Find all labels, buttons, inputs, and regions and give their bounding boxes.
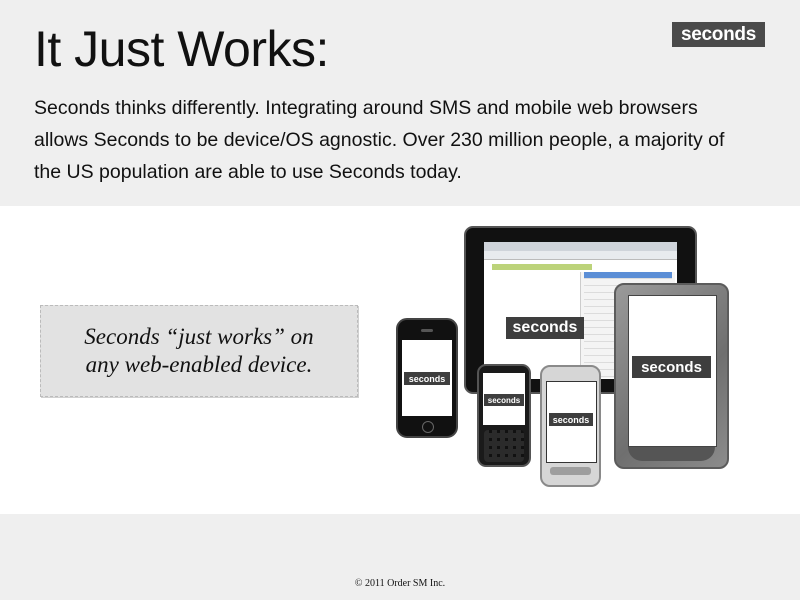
tablet-banner [492,264,592,270]
keyboard-phone-screen-logo: seconds [484,394,524,406]
quote-line-1: Seconds “just works” on [84,324,314,349]
brand-logo: seconds [672,22,765,47]
quote-callout: Seconds “just works” on any web-enabled … [40,305,358,397]
android-button-bar [550,467,591,475]
keyboard-icon [484,430,524,462]
android-phone-screen-logo: seconds [549,413,593,426]
android-phone-device-image: seconds [540,365,601,487]
tablet-screen-logo: seconds [506,317,584,339]
ereader-screen-logo: seconds [632,356,711,378]
speaker-grille [421,329,433,332]
smartphone-screen-logo: seconds [404,372,450,385]
slide-body-text: Seconds thinks differently. Integrating … [34,97,725,183]
keyboard-phone-screen: seconds [483,373,525,425]
android-phone-screen: seconds [546,381,597,463]
ereader-bottom-bezel [628,447,715,461]
tablet-status-bar [484,242,677,251]
quote-text: Seconds “just works” on any web-enabled … [84,323,313,379]
tablet-address-bar [484,251,677,260]
slide-title: It Just Works: [34,21,329,77]
home-button-icon [422,421,434,433]
keyboard-phone-device-image: seconds [477,364,531,467]
smartphone-screen: seconds [402,340,452,416]
copyright-footer: © 2011 Order SM Inc. [354,578,446,589]
ereader-device-image: seconds [614,283,729,469]
ereader-screen: seconds [628,295,717,447]
smartphone-device-image: seconds [396,318,458,438]
quote-line-2: any web-enabled device. [85,352,313,377]
